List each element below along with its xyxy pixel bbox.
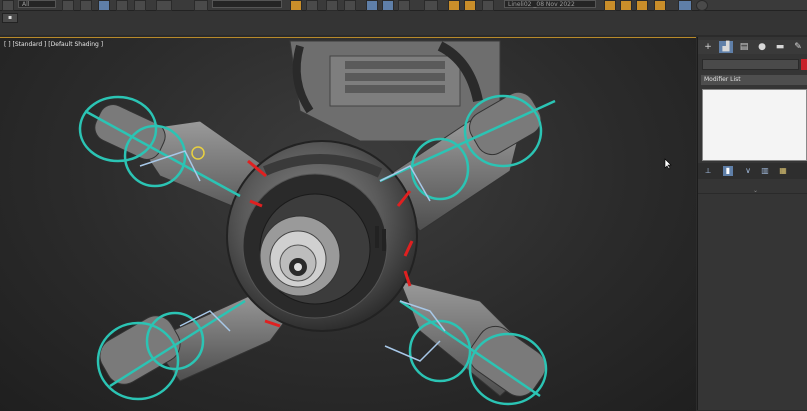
modifier-stack[interactable] bbox=[702, 89, 807, 161]
motion-tab-icon[interactable]: ● bbox=[755, 41, 769, 53]
main-toolbar: All Lineli02 _08 Nov 2022 bbox=[0, 0, 807, 11]
remove-modifier-icon[interactable]: ▥ bbox=[760, 166, 770, 176]
link-icon[interactable] bbox=[62, 0, 74, 11]
selection-filter-dropdown[interactable]: All bbox=[18, 0, 56, 8]
named-selection-dropdown[interactable]: Lineli02 _08 Nov 2022 bbox=[504, 0, 596, 8]
configure-sets-icon[interactable]: ▦ bbox=[778, 166, 788, 176]
rollout-divider bbox=[698, 193, 807, 194]
robot-model-render[interactable] bbox=[0, 38, 696, 411]
undo-icon[interactable] bbox=[2, 0, 14, 11]
open-explorer-icon[interactable] bbox=[482, 0, 494, 11]
make-unique-icon[interactable]: ∨ bbox=[743, 166, 753, 176]
mirror-icon[interactable] bbox=[194, 0, 208, 11]
utilities-tab-icon[interactable]: ✎ bbox=[791, 41, 805, 53]
arm-lower-right bbox=[399, 280, 546, 397]
hierarchy-tab-icon[interactable]: ▤ bbox=[737, 41, 751, 53]
help-icon[interactable] bbox=[696, 0, 708, 11]
scale-icon[interactable] bbox=[134, 0, 146, 11]
pin-stack-icon[interactable]: ⟂ bbox=[703, 166, 713, 176]
object-color-swatch[interactable] bbox=[801, 59, 807, 70]
render-setup-icon[interactable] bbox=[382, 0, 394, 11]
stack-toolbar: ⟂ ▮ ∨ ▥ ▦ bbox=[698, 163, 807, 179]
material-editor-icon[interactable] bbox=[366, 0, 378, 11]
object-name-field[interactable] bbox=[702, 59, 799, 70]
ribbon-area bbox=[0, 11, 807, 35]
rendered-frame-icon[interactable] bbox=[398, 0, 410, 11]
rotate-icon[interactable] bbox=[116, 0, 128, 11]
mouse-cursor-icon bbox=[664, 158, 672, 170]
command-panel-tabs: + ▟ ▤ ● ▬ ✎ bbox=[698, 40, 807, 54]
active-shade-icon[interactable] bbox=[464, 0, 476, 11]
folder-icon[interactable] bbox=[604, 0, 616, 11]
modify-tab-icon[interactable]: ▟ bbox=[719, 41, 733, 53]
open-icon[interactable] bbox=[620, 0, 632, 11]
viewport-menu-icon[interactable]: ▪ bbox=[2, 13, 18, 23]
show-end-result-icon[interactable]: ▮ bbox=[723, 166, 733, 176]
create-tab-icon[interactable]: + bbox=[701, 41, 715, 53]
layer-icon[interactable] bbox=[290, 0, 302, 11]
display-tab-icon[interactable]: ▬ bbox=[773, 41, 787, 53]
select-icon[interactable] bbox=[80, 0, 92, 11]
perspective-viewport[interactable]: [ ] [Standard ] [Default Shading ] bbox=[0, 37, 696, 411]
layer-manager-icon[interactable] bbox=[306, 0, 318, 11]
command-panel: + ▟ ▤ ● ▬ ✎ Modifier List ⟂ ▮ ∨ ▥ ▦ ⌄ bbox=[697, 37, 807, 410]
workspace-icon[interactable] bbox=[678, 0, 692, 11]
save-icon[interactable] bbox=[636, 0, 648, 11]
modifier-list-dropdown[interactable]: Modifier List bbox=[701, 75, 807, 85]
project-icon[interactable] bbox=[654, 0, 666, 11]
schematic-icon[interactable] bbox=[344, 0, 356, 11]
render-icon[interactable] bbox=[424, 0, 438, 11]
select-region-icon[interactable] bbox=[98, 0, 110, 11]
percent-snap-icon[interactable] bbox=[156, 0, 172, 11]
curve-editor-icon[interactable] bbox=[326, 0, 338, 11]
teapot-icon[interactable] bbox=[448, 0, 460, 11]
named-selection-sets-field[interactable] bbox=[212, 0, 282, 8]
